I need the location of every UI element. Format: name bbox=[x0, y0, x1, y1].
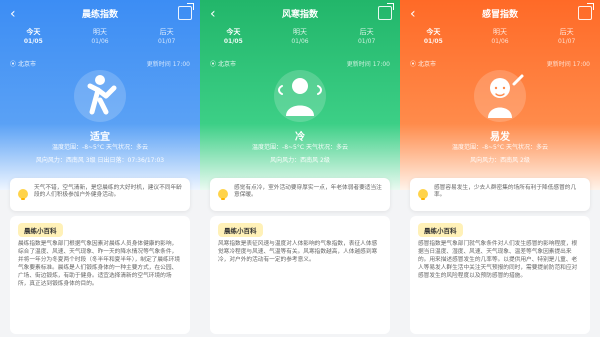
tip-card: 感觉有点冷，室外活动要穿厚实一点，年老体弱者要适当注意保暖。 bbox=[210, 178, 390, 211]
tab-day-after[interactable]: 后天 01/07 bbox=[342, 28, 392, 50]
tip-card: 天气不错，空气清新，是您晨练的大好时机，建议不同年龄段的人们积极参加户外健身活动… bbox=[10, 178, 190, 211]
location-pin-icon: ⦿ bbox=[10, 61, 17, 68]
temp-weather: 温度范围：-8~5°C 天气状况：多云 bbox=[52, 144, 148, 151]
top-bar: ‹ 晨练指数 bbox=[0, 0, 200, 28]
temp-weather: 温度范围：-8~5°C 天气状况：多云 bbox=[252, 144, 348, 151]
top-bar: ‹ 风寒指数 bbox=[200, 0, 400, 28]
location-text: 北京市 bbox=[217, 61, 236, 68]
tip-card: 感冒容易发生，少去人群密集的场所有利于降低感冒的几率。 bbox=[410, 178, 590, 211]
wiki-text: 晨练指数是气象部门根据气象因素对晨练人员身体健康的影响，综合了温度、风速、天气现… bbox=[18, 241, 181, 287]
tab-date: 01/05 bbox=[223, 38, 243, 45]
tab-today[interactable]: 今天 01/05 bbox=[8, 28, 58, 50]
tab-day-after[interactable]: 后天 01/07 bbox=[542, 28, 592, 50]
panel-morning-exercise: ‹ 晨练指数 今天 01/05 明天 01/06 后天 01/07 ⦿ 北京市 … bbox=[0, 0, 200, 337]
page-title: 感冒指数 bbox=[481, 10, 518, 20]
lightbulb-icon bbox=[18, 189, 28, 200]
day-tabs: 今天 01/05 明天 01/06 后天 01/07 bbox=[400, 28, 600, 50]
page-title: 晨练指数 bbox=[81, 10, 118, 20]
tab-label: 后天 bbox=[559, 28, 574, 36]
tab-label: 今天 bbox=[426, 28, 441, 36]
tab-date: 01/06 bbox=[291, 38, 309, 45]
three-index-screens: ‹ 晨练指数 今天 01/05 明天 01/06 后天 01/07 ⦿ 北京市 … bbox=[0, 0, 600, 337]
location-pin-icon: ⦿ bbox=[210, 61, 217, 68]
cold-person-icon bbox=[270, 66, 330, 126]
update-time: 更新时间 17:00 bbox=[346, 61, 390, 68]
tab-date: 01/07 bbox=[157, 38, 176, 45]
share-icon[interactable] bbox=[578, 6, 592, 20]
tip-text: 天气不错，空气清新，是您晨练的大好时机，建议不同年龄段的人们积极参加户外健身活动… bbox=[34, 185, 182, 198]
panel-cold-risk: ‹ 感冒指数 今天 01/05 明天 01/06 后天 01/07 ⦿ 北京市 … bbox=[400, 0, 600, 337]
wiki-title: 晨练小百科 bbox=[418, 223, 463, 237]
location[interactable]: ⦿ 北京市 bbox=[10, 59, 36, 68]
tab-tomorrow[interactable]: 明天 01/06 bbox=[75, 28, 125, 50]
tab-today[interactable]: 今天 01/05 bbox=[408, 28, 458, 50]
wiki-card: 晨练小百科 晨练指数是气象部门根据气象因素对晨练人员身体健康的影响，综合了温度、… bbox=[10, 216, 190, 334]
tab-date: 01/07 bbox=[357, 38, 376, 45]
tab-tomorrow[interactable]: 明天 01/06 bbox=[275, 28, 325, 50]
tab-label: 明天 bbox=[292, 28, 307, 36]
tab-label: 明天 bbox=[492, 28, 507, 36]
update-time: 更新时间 17:00 bbox=[546, 61, 590, 68]
lightbulb-icon bbox=[218, 189, 228, 200]
wind-sun: 风向风力：西南风 3级 日出日落：07:36/17:03 bbox=[35, 157, 165, 164]
top-bar: ‹ 感冒指数 bbox=[400, 0, 600, 28]
tab-today[interactable]: 今天 01/05 bbox=[208, 28, 258, 50]
wiki-title: 晨练小百科 bbox=[218, 223, 263, 237]
wiki-text: 感冒指数是气象部门就气象条件对人们发生感冒的影响程度，根据当日温度、湿度、风速、… bbox=[418, 241, 578, 279]
location[interactable]: ⦿ 北京市 bbox=[210, 59, 236, 68]
tab-label: 今天 bbox=[226, 28, 241, 36]
tab-date: 01/06 bbox=[491, 38, 509, 45]
wiki-text: 风寒指数是表征风速与温度对人体影响的气象指数，表征人体感觉寒冷程度与风速、气温等… bbox=[218, 241, 378, 263]
exercise-figure-icon bbox=[70, 66, 130, 126]
tip-text: 感觉有点冷，室外活动要穿厚实一点，年老体弱者要适当注意保暖。 bbox=[234, 185, 382, 198]
index-level: 冷 bbox=[295, 132, 305, 143]
tab-label: 后天 bbox=[359, 28, 374, 36]
day-tabs: 今天 01/05 明天 01/06 后天 01/07 bbox=[0, 28, 200, 50]
tab-day-after[interactable]: 后天 01/07 bbox=[142, 28, 192, 50]
index-level: 易发 bbox=[490, 132, 510, 143]
lightbulb-icon bbox=[418, 189, 428, 200]
day-tabs: 今天 01/05 明天 01/06 后天 01/07 bbox=[200, 28, 400, 50]
temp-weather: 温度范围：-8~5°C 天气状况：多云 bbox=[452, 144, 548, 151]
tip-text: 感冒容易发生，少去人群密集的场所有利于降低感冒的几率。 bbox=[434, 185, 577, 198]
location-text: 北京市 bbox=[417, 61, 436, 68]
index-level: 适宜 bbox=[90, 132, 110, 143]
tab-label: 后天 bbox=[159, 28, 174, 36]
location-pin-icon: ⦿ bbox=[410, 61, 417, 68]
panel-wind-chill: ‹ 风寒指数 今天 01/05 明天 01/06 后天 01/07 ⦿ 北京市 … bbox=[200, 0, 400, 337]
tab-tomorrow[interactable]: 明天 01/06 bbox=[475, 28, 525, 50]
tab-label: 今天 bbox=[26, 28, 41, 36]
wiki-card: 晨练小百科 感冒指数是气象部门就气象条件对人们发生感冒的影响程度，根据当日温度、… bbox=[410, 216, 590, 334]
tab-date: 01/07 bbox=[557, 38, 576, 45]
page-title: 风寒指数 bbox=[281, 10, 318, 20]
wiki-title: 晨练小百科 bbox=[18, 223, 63, 237]
sick-person-icon bbox=[470, 66, 530, 126]
wind: 风向风力：西南风 2级 bbox=[470, 157, 530, 164]
tab-date: 01/06 bbox=[91, 38, 109, 45]
tab-date: 01/05 bbox=[23, 38, 43, 45]
share-icon[interactable] bbox=[178, 6, 192, 20]
wind: 风向风力：西南风 2级 bbox=[270, 157, 330, 164]
location[interactable]: ⦿ 北京市 bbox=[410, 59, 436, 68]
update-time: 更新时间 17:00 bbox=[146, 61, 190, 68]
wiki-card: 晨练小百科 风寒指数是表征风速与温度对人体影响的气象指数，表征人体感觉寒冷程度与… bbox=[210, 216, 390, 334]
tab-label: 明天 bbox=[92, 28, 107, 36]
share-icon[interactable] bbox=[378, 6, 392, 20]
location-text: 北京市 bbox=[17, 61, 36, 68]
tab-date: 01/05 bbox=[423, 38, 443, 45]
